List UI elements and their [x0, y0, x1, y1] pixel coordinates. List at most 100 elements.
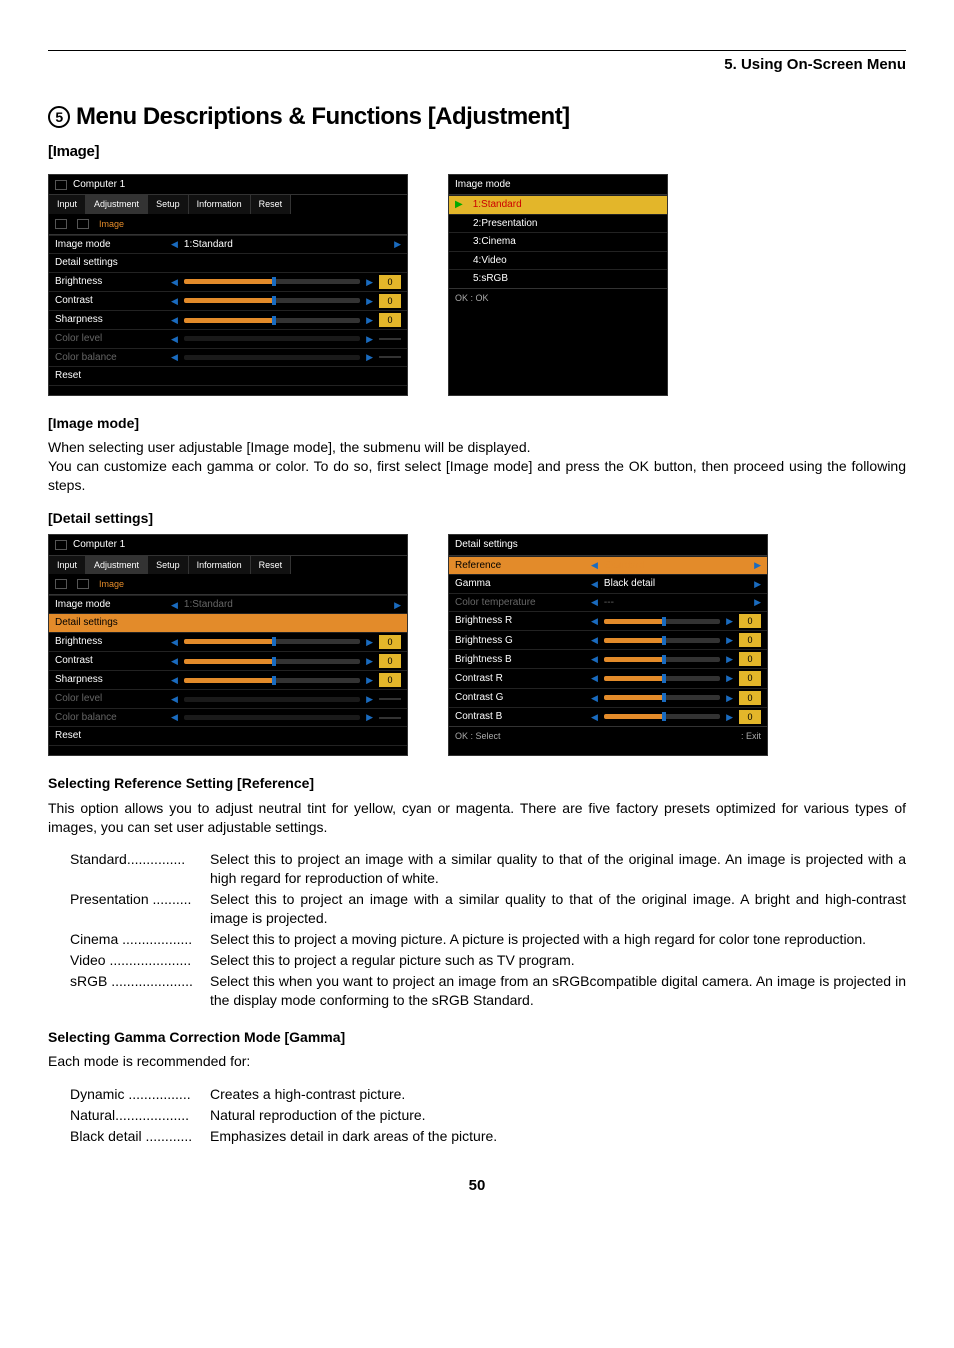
- osd-row-label: Contrast R: [455, 672, 585, 686]
- osd-row[interactable]: Contrast R◀▶0: [449, 668, 767, 687]
- slider-track[interactable]: [184, 298, 360, 303]
- chevron-left-icon: ◀: [591, 634, 598, 646]
- slider-thumb[interactable]: [662, 617, 666, 626]
- osd-row-label: Brightness R: [455, 614, 585, 628]
- osd-row[interactable]: Contrast G◀▶0: [449, 688, 767, 707]
- osd-tab-adjustment[interactable]: Adjustment: [86, 195, 148, 213]
- osd-mode-item[interactable]: 2:Presentation: [449, 214, 667, 233]
- osd-row[interactable]: Detail settings: [49, 613, 407, 632]
- osd-row[interactable]: Sharpness◀▶0: [49, 310, 407, 329]
- slider-track[interactable]: [604, 619, 720, 624]
- osd-mode-item[interactable]: 5:sRGB: [449, 269, 667, 288]
- osd-row[interactable]: Contrast◀▶0: [49, 291, 407, 310]
- osd-tab-input[interactable]: Input: [49, 195, 86, 213]
- osd-dl-tab-input[interactable]: Input: [49, 556, 86, 574]
- osd-row-label: Color balance: [55, 711, 165, 725]
- chevron-right-icon: ▶: [754, 578, 761, 590]
- slider-track[interactable]: [184, 639, 360, 644]
- slider-track[interactable]: [604, 638, 720, 643]
- osd-dl-tab-setup[interactable]: Setup: [148, 556, 189, 574]
- gamma-body: Each mode is recommended for:: [48, 1052, 906, 1071]
- chevron-right-icon: ▶: [366, 711, 373, 723]
- chevron-left-icon: ◀: [171, 238, 178, 250]
- subtab-icon-2: [77, 219, 89, 229]
- osd-row-label: Sharpness: [55, 673, 165, 687]
- chevron-right-icon: ▶: [726, 672, 733, 684]
- osd-mode-label: 5:sRGB: [473, 272, 508, 286]
- osd-mode-item[interactable]: ▶1:Standard: [449, 195, 667, 214]
- osd-row-label: Gamma: [455, 577, 585, 591]
- chevron-right-icon: ▶: [726, 711, 733, 723]
- osd-row-value: 0: [739, 614, 761, 628]
- osd-mode-item[interactable]: 4:Video: [449, 251, 667, 270]
- osd-row-label: Brightness: [55, 275, 165, 289]
- osd-row[interactable]: Reset: [49, 726, 407, 745]
- osd-row[interactable]: Detail settings: [49, 253, 407, 272]
- subtab-icon-1: [55, 579, 67, 589]
- osd-mode-item[interactable]: 3:Cinema: [449, 232, 667, 251]
- section-title: 5 Menu Descriptions & Functions [Adjustm…: [48, 101, 906, 133]
- slider-track[interactable]: [184, 659, 360, 664]
- chevron-right-icon: ▶: [394, 599, 401, 611]
- osd-row[interactable]: Brightness G◀▶0: [449, 630, 767, 649]
- chevron-right-icon: ▶: [366, 693, 373, 705]
- slider-thumb[interactable]: [272, 277, 276, 286]
- osd-row[interactable]: Brightness R◀▶0: [449, 611, 767, 630]
- osd-row[interactable]: Gamma◀Black detail▶: [449, 574, 767, 593]
- slider-thumb[interactable]: [662, 674, 666, 683]
- osd-row[interactable]: Contrast B◀▶0: [449, 707, 767, 726]
- slider-track[interactable]: [184, 678, 360, 683]
- osd-row-label: Detail settings: [55, 256, 165, 270]
- osd-row[interactable]: Sharpness◀▶0: [49, 670, 407, 689]
- slider-thumb[interactable]: [662, 636, 666, 645]
- slider-thumb[interactable]: [272, 676, 276, 685]
- osd-image-mode-list: Image mode ▶1:Standard2:Presentation3:Ci…: [448, 174, 668, 396]
- osd-row-value: 0: [739, 691, 761, 705]
- osd-row[interactable]: Brightness◀▶0: [49, 272, 407, 291]
- slider-track[interactable]: [604, 657, 720, 662]
- osd-tab-information[interactable]: Information: [189, 195, 251, 213]
- slider-track[interactable]: [604, 695, 720, 700]
- slider-track: [184, 355, 360, 360]
- definition-item: Black detail ............Emphasizes deta…: [70, 1127, 906, 1146]
- slider-track[interactable]: [184, 318, 360, 323]
- osd-row-value: 0: [379, 673, 401, 687]
- chevron-left-icon: ◀: [171, 276, 178, 288]
- osd-row[interactable]: Contrast◀▶0: [49, 651, 407, 670]
- osd-row[interactable]: Brightness B◀▶0: [449, 649, 767, 668]
- osd-row[interactable]: Reference◀Standard▶: [449, 556, 767, 575]
- slider-thumb[interactable]: [272, 637, 276, 646]
- slider-track[interactable]: [604, 714, 720, 719]
- osd-dl-tab-adjustment[interactable]: Adjustment: [86, 556, 148, 574]
- osd-dl-tab-information[interactable]: Information: [189, 556, 251, 574]
- chevron-right-icon: ▶: [366, 333, 373, 345]
- osd-row[interactable]: Brightness◀▶0: [49, 632, 407, 651]
- definition-desc: Select this to project an image with a s…: [210, 890, 906, 928]
- slider-thumb[interactable]: [662, 712, 666, 721]
- slider-thumb[interactable]: [662, 655, 666, 664]
- subtab-icon-1: [55, 219, 67, 229]
- osd-row[interactable]: Image mode◀1:Standard▶: [49, 235, 407, 254]
- definition-desc: Select this to project an image with a s…: [210, 850, 906, 888]
- osd-row[interactable]: Reset: [49, 366, 407, 385]
- osd-row[interactable]: Image mode◀1:Standard▶: [49, 595, 407, 614]
- osd-tab-reset[interactable]: Reset: [251, 195, 292, 213]
- slider-thumb[interactable]: [272, 316, 276, 325]
- slider-thumb[interactable]: [272, 657, 276, 666]
- slider-thumb[interactable]: [272, 296, 276, 305]
- chevron-right-icon: ▶: [726, 634, 733, 646]
- osd-mode-label: 3:Cinema: [473, 235, 516, 249]
- osd-row-value: ---: [604, 596, 748, 610]
- chevron-left-icon: ◀: [591, 578, 598, 590]
- osd-row-label: Contrast B: [455, 710, 585, 724]
- chevron-left-icon: ◀: [171, 655, 178, 667]
- slider-thumb[interactable]: [662, 693, 666, 702]
- osd-dr-footer-left: OK : Select: [455, 730, 501, 742]
- osd-tab-setup[interactable]: Setup: [148, 195, 189, 213]
- slider-track[interactable]: [604, 676, 720, 681]
- chevron-right-icon: ▶: [726, 615, 733, 627]
- osd-dl-subtab-label: Image: [99, 578, 124, 590]
- monitor-icon: [55, 540, 67, 550]
- osd-dl-tab-reset[interactable]: Reset: [251, 556, 292, 574]
- slider-track[interactable]: [184, 279, 360, 284]
